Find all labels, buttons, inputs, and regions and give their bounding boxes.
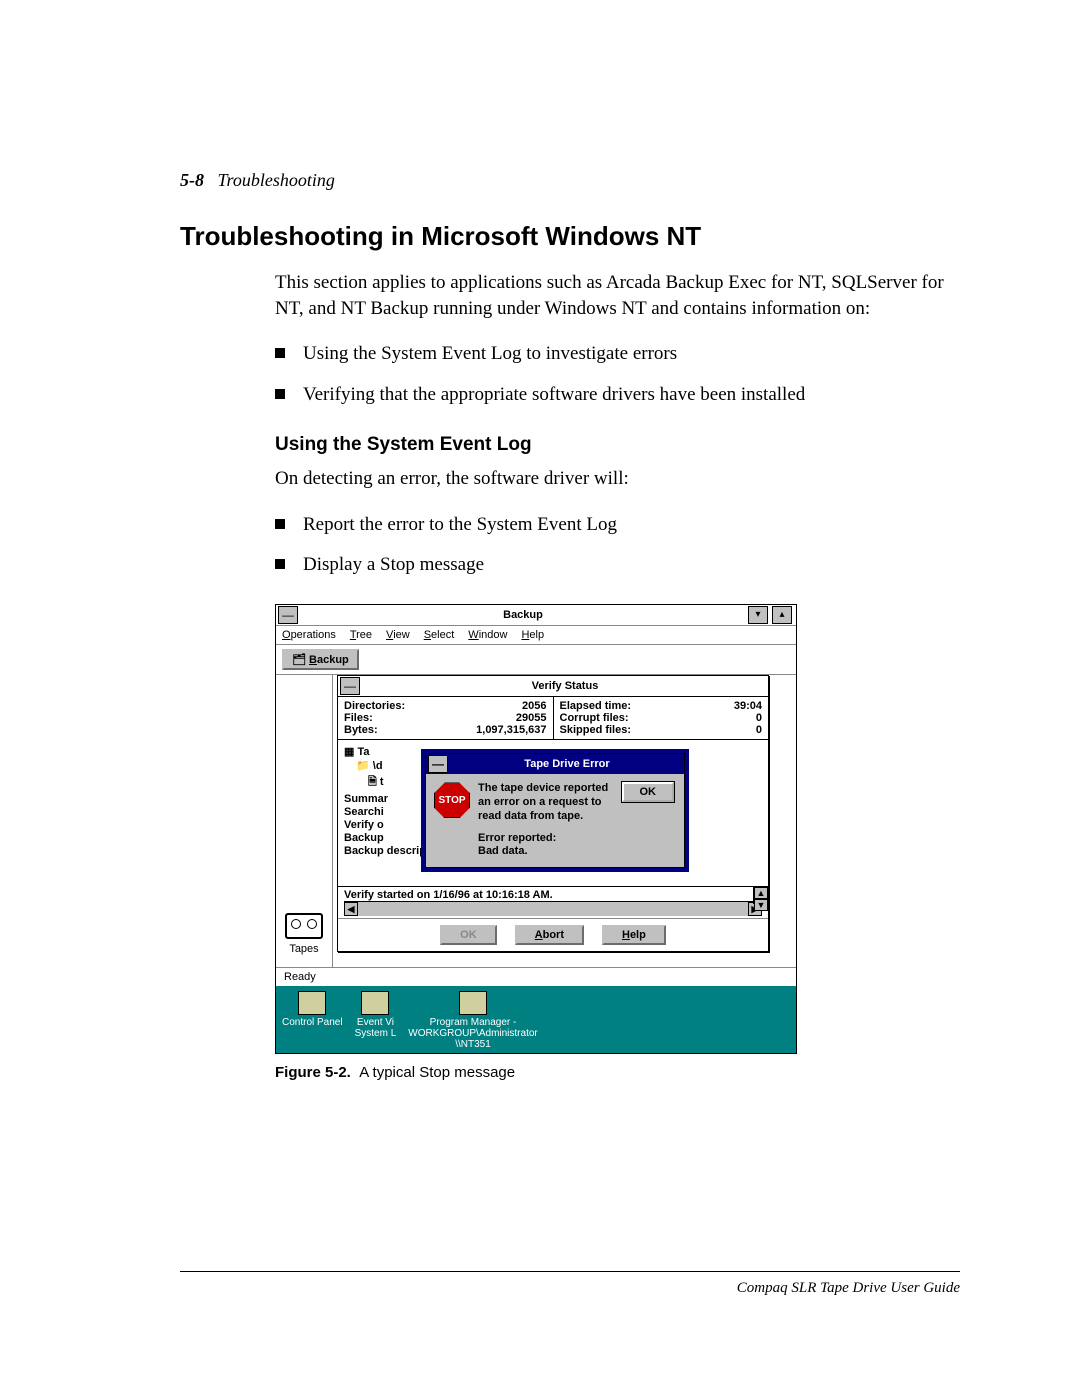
page: 5-8 Troubleshooting Troubleshooting in M… xyxy=(0,0,1080,1397)
system-menu-icon[interactable]: — xyxy=(340,677,360,695)
log-line: Verify started on 1/16/96 at 10:16:18 AM… xyxy=(344,889,553,901)
window-title: Backup xyxy=(300,607,746,623)
caption-text: A typical Stop message xyxy=(359,1064,515,1081)
event-viewer-icon xyxy=(361,991,389,1015)
system-menu-icon[interactable]: — xyxy=(428,755,448,773)
menu-bar: Operations Tree View Select Window Help xyxy=(276,626,796,645)
scroll-down-icon[interactable]: ▼ xyxy=(754,899,768,911)
stat-value: 0 xyxy=(756,712,762,724)
program-manager-icon xyxy=(459,991,487,1015)
stats-left: Directories: 2056 Files: 29055 Bytes: 1,097… xyxy=(338,697,554,739)
bullet-list-b: Report the error to the System Event Log… xyxy=(275,510,960,581)
section-name: Troubleshooting xyxy=(218,170,335,190)
stats-right: Elapsed time: 39:04 Corrupt files: 0 Skipp… xyxy=(554,697,769,739)
menu-tree[interactable]: Tree xyxy=(350,629,372,641)
running-header: 5-8 Troubleshooting xyxy=(180,170,960,191)
footer-rule xyxy=(180,1271,960,1272)
stat-label: Files: xyxy=(344,712,373,724)
dialog-buttons: OK Abort Help xyxy=(338,918,768,951)
client-area: Tapes — Verify Status Directories: 2056 xyxy=(276,675,796,967)
ok-wrap: OK xyxy=(622,782,677,859)
screenshot-window: — Backup ▾ ▴ Operations Tree View Select… xyxy=(275,604,797,1054)
left-rail: Tapes xyxy=(276,675,333,967)
list-item: Report the error to the System Event Log xyxy=(275,510,960,540)
verify-title-bar: — Verify Status xyxy=(338,676,768,697)
error-body: STOP The tape device reported an error o… xyxy=(426,774,684,867)
abort-button[interactable]: Abort xyxy=(515,925,584,945)
toolbar: 🗂 Backup xyxy=(276,645,796,675)
bullet-list-a: Using the System Event Log to investigat… xyxy=(275,339,960,410)
menu-window[interactable]: Window xyxy=(468,629,507,641)
desktop-icon-program-manager[interactable]: Program Manager - WORKGROUP\Administrato… xyxy=(408,991,537,1050)
page-number: 5-8 xyxy=(180,170,204,190)
client-main: — Verify Status Directories: 2056 Files: 2… xyxy=(333,675,796,967)
menu-help[interactable]: Help xyxy=(521,629,544,641)
system-menu-icon[interactable]: — xyxy=(278,606,298,624)
stat-label: Bytes: xyxy=(344,724,378,736)
list-item: Verifying that the appropriate software … xyxy=(275,380,960,410)
log-area: Verify started on 1/16/96 at 10:16:18 AM… xyxy=(338,886,768,918)
error-title: Tape Drive Error xyxy=(450,756,684,772)
caption-label: Figure 5-2. xyxy=(275,1064,351,1081)
stat-label: Elapsed time: xyxy=(560,700,632,712)
ok-button[interactable]: OK xyxy=(622,782,675,802)
heading-2: Using the System Event Log xyxy=(275,434,960,456)
stat-value: 2056 xyxy=(522,700,546,712)
maximize-button[interactable]: ▴ xyxy=(772,606,792,624)
backup-button[interactable]: 🗂 Backup xyxy=(282,649,359,670)
scrollbar-vertical[interactable]: ▲ ▼ xyxy=(753,887,768,904)
stat-value: 29055 xyxy=(516,712,547,724)
stat-value: 39:04 xyxy=(734,700,762,712)
error-dialog: — Tape Drive Error STOP The tape device … xyxy=(425,753,685,868)
help-button[interactable]: Help xyxy=(602,925,666,945)
stat-label: Skipped files: xyxy=(560,724,632,736)
heading-1: Troubleshooting in Microsoft Windows NT xyxy=(180,221,960,252)
menu-operations[interactable]: Operations xyxy=(282,629,336,641)
figure-caption: Figure 5-2. A typical Stop message xyxy=(275,1064,960,1081)
error-title-bar: — Tape Drive Error xyxy=(426,754,684,774)
stat-label: Corrupt files: xyxy=(560,712,629,724)
desktop-taskbar: Control Panel Event ViSystem L Program M… xyxy=(276,986,796,1053)
list-item: Display a Stop message xyxy=(275,550,960,580)
ok-button[interactable]: OK xyxy=(440,925,497,945)
error-message: The tape device reported an error on a r… xyxy=(478,782,614,859)
stats-panel: Directories: 2056 Files: 29055 Bytes: 1,097… xyxy=(338,697,768,740)
stop-icon: STOP xyxy=(434,782,470,818)
desktop-icon-event-viewer[interactable]: Event ViSystem L xyxy=(355,991,397,1039)
footer-text: Compaq SLR Tape Drive User Guide xyxy=(737,1280,960,1297)
tape-icon[interactable] xyxy=(285,913,323,939)
scroll-up-icon[interactable]: ▲ xyxy=(754,887,768,899)
tapes-label: Tapes xyxy=(289,943,318,955)
stat-label: Directories: xyxy=(344,700,405,712)
minimize-button[interactable]: ▾ xyxy=(748,606,768,624)
status-bar: Ready xyxy=(276,967,796,986)
window-buttons: ▾ ▴ xyxy=(746,605,794,625)
scrollbar-horizontal[interactable]: ◀ ▶ xyxy=(344,901,762,916)
list-item: Using the System Event Log to investigat… xyxy=(275,339,960,369)
stat-value: 0 xyxy=(756,724,762,736)
stat-value: 1,097,315,637 xyxy=(476,724,546,736)
menu-view[interactable]: View xyxy=(386,629,410,641)
verify-title: Verify Status xyxy=(362,678,768,694)
title-bar: — Backup ▾ ▴ xyxy=(276,605,796,626)
figure: — Backup ▾ ▴ Operations Tree View Select… xyxy=(275,604,960,1081)
menu-select[interactable]: Select xyxy=(424,629,455,641)
desktop-icon-control-panel[interactable]: Control Panel xyxy=(282,991,343,1028)
scroll-left-icon[interactable]: ◀ xyxy=(344,902,358,916)
control-panel-icon xyxy=(298,991,326,1015)
body-column: This section applies to applications suc… xyxy=(275,270,960,1081)
paragraph: On detecting an error, the software driv… xyxy=(275,466,960,492)
intro-paragraph: This section applies to applications suc… xyxy=(275,270,960,321)
